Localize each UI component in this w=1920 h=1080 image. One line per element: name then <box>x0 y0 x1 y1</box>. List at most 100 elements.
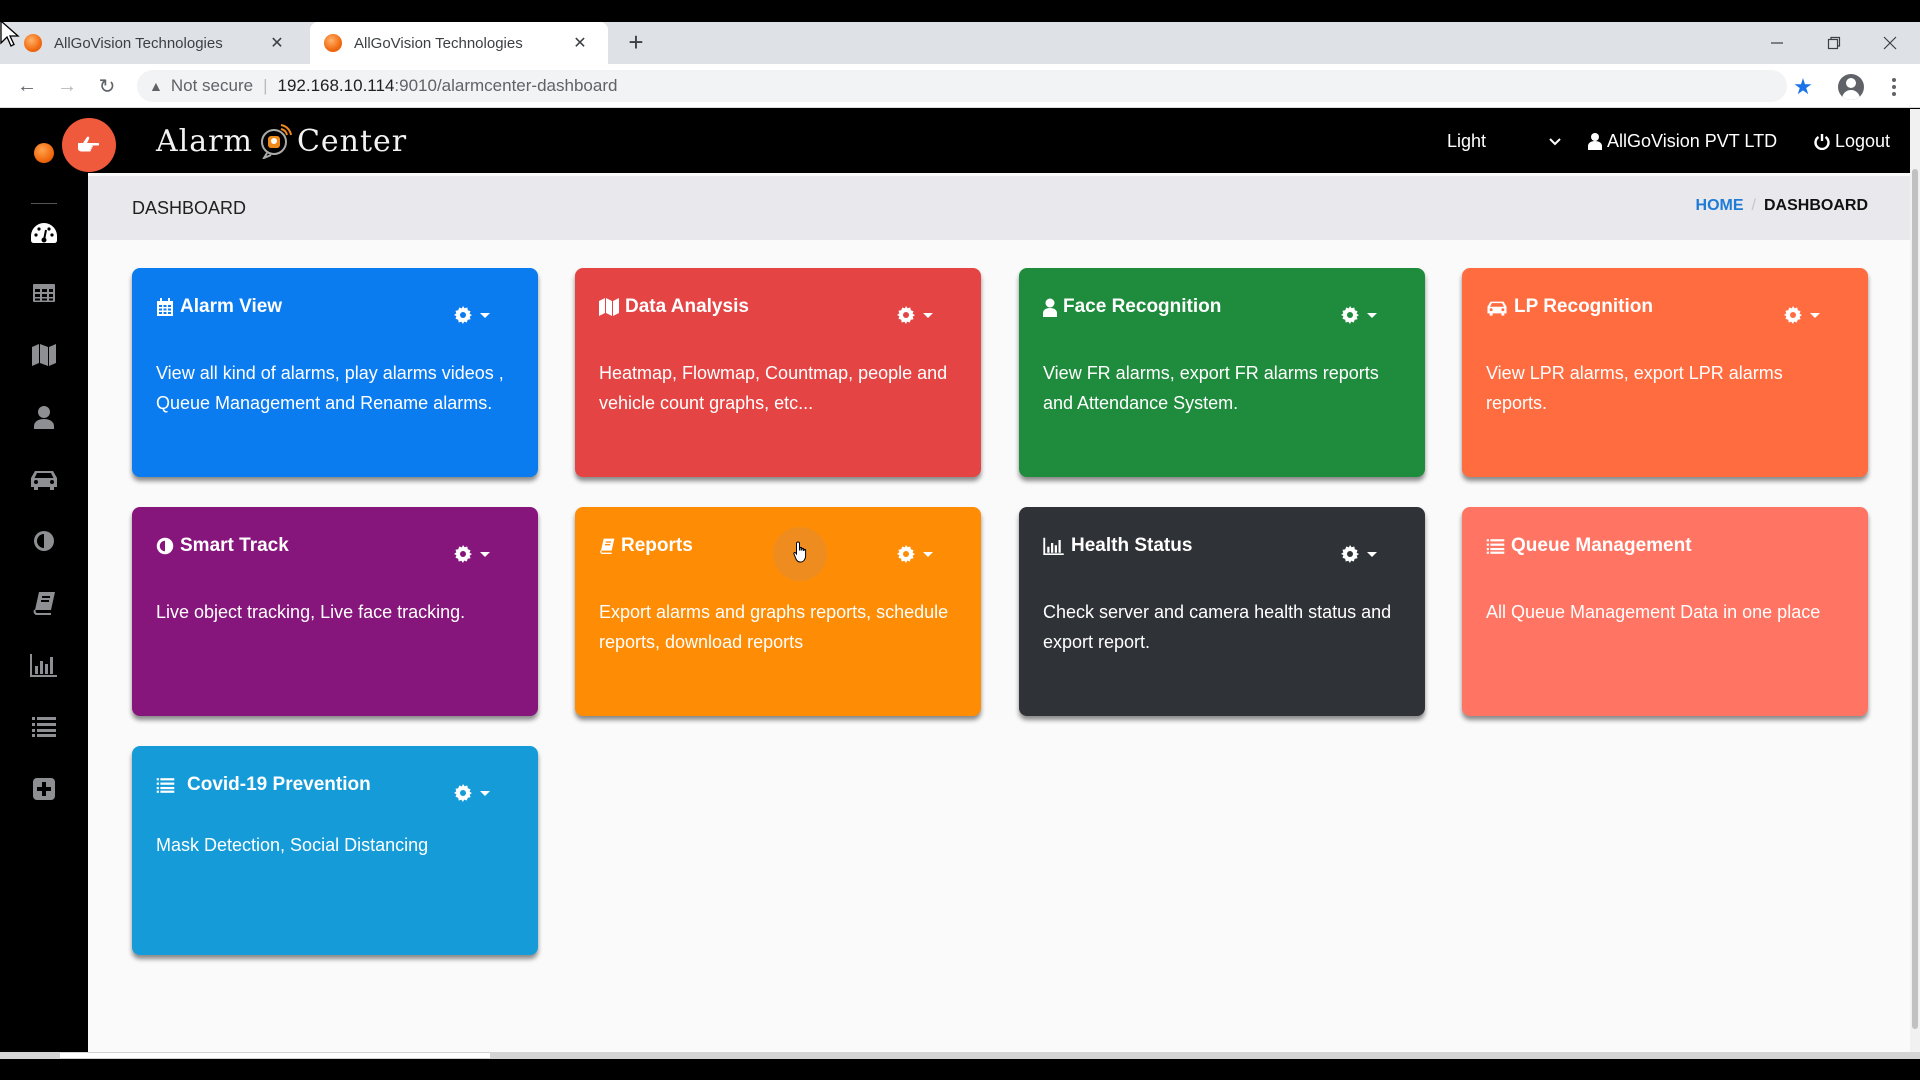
card-title: Covid-19 Prevention <box>156 774 371 796</box>
table-icon <box>33 284 55 302</box>
scrollbar-thumb[interactable] <box>60 1053 490 1058</box>
plus-square-icon <box>33 778 55 800</box>
address-bar: ← → ↻ ▲ Not secure | 192.168.10.114 :901… <box>0 64 1920 108</box>
back-arrow-icon[interactable]: ← <box>13 72 41 100</box>
card-title-text: Queue Management <box>1511 535 1692 556</box>
car-icon <box>1487 301 1507 316</box>
card-settings-dropdown[interactable] <box>897 306 933 324</box>
gear-icon <box>454 784 472 802</box>
card-title: Reports <box>599 535 693 557</box>
close-tab-icon[interactable]: ✕ <box>265 33 289 53</box>
card-settings-dropdown[interactable] <box>1341 306 1377 324</box>
gear-icon <box>1341 545 1359 563</box>
gear-icon <box>1341 306 1359 324</box>
card-description: All Queue Management Data in one place <box>1486 602 1821 622</box>
sidebar-item-smart-track[interactable] <box>20 521 68 561</box>
card-queue-management[interactable]: Queue Management All Queue Management Da… <box>1462 507 1868 716</box>
status-dot-icon <box>34 143 54 163</box>
browser-menu-icon[interactable] <box>1884 74 1904 100</box>
sidebar-item-health-status[interactable] <box>20 645 68 685</box>
sidebar-item-alarm-view[interactable] <box>20 273 68 313</box>
close-window-icon[interactable] <box>1868 22 1912 64</box>
card-covid-prevention[interactable]: Covid-19 Prevention Mask Detection, Soci… <box>132 746 538 955</box>
card-title-text: Covid-19 Prevention <box>187 774 371 795</box>
sidebar-item-reports[interactable] <box>20 583 68 623</box>
card-title-text: Health Status <box>1071 535 1193 556</box>
sidebar-item-face-recognition[interactable] <box>20 397 68 437</box>
card-title: LP Recognition <box>1486 296 1653 318</box>
card-settings-dropdown[interactable] <box>1784 306 1820 324</box>
card-title-text: Reports <box>621 535 693 556</box>
card-data-analysis[interactable]: Data Analysis Heatmap, Flowmap, Countmap… <box>575 268 981 477</box>
sidebar-item-queue-management[interactable] <box>20 707 68 747</box>
page-header: DASHBOARD HOME / DASHBOARD <box>88 176 1910 240</box>
sidebar-item-lp-recognition[interactable] <box>20 459 68 499</box>
calendar-icon <box>157 297 173 316</box>
card-lp-recognition[interactable]: LP Recognition View LPR alarms, export L… <box>1462 268 1868 477</box>
alarm-logo-icon <box>257 123 293 161</box>
card-title: Health Status <box>1043 535 1192 557</box>
minimize-icon[interactable] <box>1755 22 1799 64</box>
security-label[interactable]: Not secure <box>171 76 253 96</box>
card-smart-track[interactable]: Smart Track Live object tracking, Live f… <box>132 507 538 716</box>
bar-chart-icon <box>1043 537 1064 555</box>
tab-title: AllGoVision Technologies <box>354 34 523 52</box>
restore-icon[interactable] <box>1812 22 1856 64</box>
app-logo: Alarm Center <box>156 121 407 161</box>
card-description: Mask Detection, Social Distancing <box>156 835 429 855</box>
user-menu[interactable]: AllGoVision PVT LTD <box>1588 127 1777 155</box>
card-settings-dropdown[interactable] <box>1341 545 1377 563</box>
card-description: Export alarms and graphs reports, schedu… <box>599 602 949 652</box>
caret-down-icon <box>1367 551 1377 557</box>
page-title: DASHBOARD <box>132 198 247 218</box>
url-input[interactable]: ▲ Not secure | 192.168.10.114 :9010/alar… <box>137 70 1787 102</box>
vertical-scrollbar[interactable] <box>1910 109 1920 1052</box>
card-alarm-view[interactable]: Alarm View View all kind of alarms, play… <box>132 268 538 477</box>
logout-button[interactable]: Logout <box>1814 127 1890 155</box>
theme-select[interactable]: Light <box>1447 127 1567 155</box>
bookmark-star-icon[interactable]: ★ <box>1790 74 1816 100</box>
breadcrumb-current: DASHBOARD <box>1764 197 1868 214</box>
caret-down-icon <box>1810 312 1820 318</box>
new-tab-button[interactable]: + <box>622 28 650 56</box>
list-icon <box>156 777 175 793</box>
logo-text-left: Alarm <box>156 123 253 159</box>
scrollbar-thumb[interactable] <box>1912 169 1918 1029</box>
sidebar-item-data-analysis[interactable] <box>20 335 68 375</box>
forward-arrow-icon[interactable]: → <box>53 72 81 100</box>
logout-label: Logout <box>1835 130 1891 151</box>
menu-toggle-button[interactable] <box>62 118 116 172</box>
favicon-icon <box>324 34 342 52</box>
profile-avatar-icon[interactable] <box>1838 74 1864 100</box>
card-health-status[interactable]: Health Status Check server and camera he… <box>1019 507 1425 716</box>
adjust-icon <box>34 531 54 551</box>
card-settings-dropdown[interactable] <box>897 545 933 563</box>
tachometer-icon <box>31 223 57 243</box>
caret-down-icon <box>480 790 490 796</box>
card-title-text: Face Recognition <box>1063 296 1222 317</box>
card-face-recognition[interactable]: Face Recognition View FR alarms, export … <box>1019 268 1425 477</box>
reload-icon[interactable]: ↻ <box>93 72 121 100</box>
theme-select-value: Light <box>1447 130 1487 151</box>
power-icon <box>1814 133 1830 150</box>
card-settings-dropdown[interactable] <box>454 545 490 563</box>
sidebar-item-covid-prevention[interactable] <box>20 769 68 809</box>
gear-icon <box>897 306 915 324</box>
adjust-icon <box>156 537 174 555</box>
close-tab-icon[interactable]: ✕ <box>568 33 592 53</box>
book-icon <box>600 538 615 554</box>
card-title-text: LP Recognition <box>1514 296 1653 317</box>
card-settings-dropdown[interactable] <box>454 784 490 802</box>
browser-tab-active[interactable]: AllGoVision Technologies ✕ <box>310 22 608 64</box>
hand-cursor-icon <box>793 541 807 563</box>
browser-tab[interactable]: AllGoVision Technologies ✕ <box>0 22 305 64</box>
horizontal-scrollbar[interactable] <box>0 1052 1920 1059</box>
card-description: Live object tracking, Live face tracking… <box>156 602 466 622</box>
card-settings-dropdown[interactable] <box>454 306 490 324</box>
hand-pointer-icon <box>78 136 100 152</box>
card-title: Queue Management <box>1486 535 1692 557</box>
chevron-down-icon <box>1549 133 1561 149</box>
sidebar-item-dashboard[interactable] <box>20 213 68 253</box>
url-host: 192.168.10.114 <box>277 76 395 95</box>
breadcrumb-home-link[interactable]: HOME <box>1696 197 1744 215</box>
